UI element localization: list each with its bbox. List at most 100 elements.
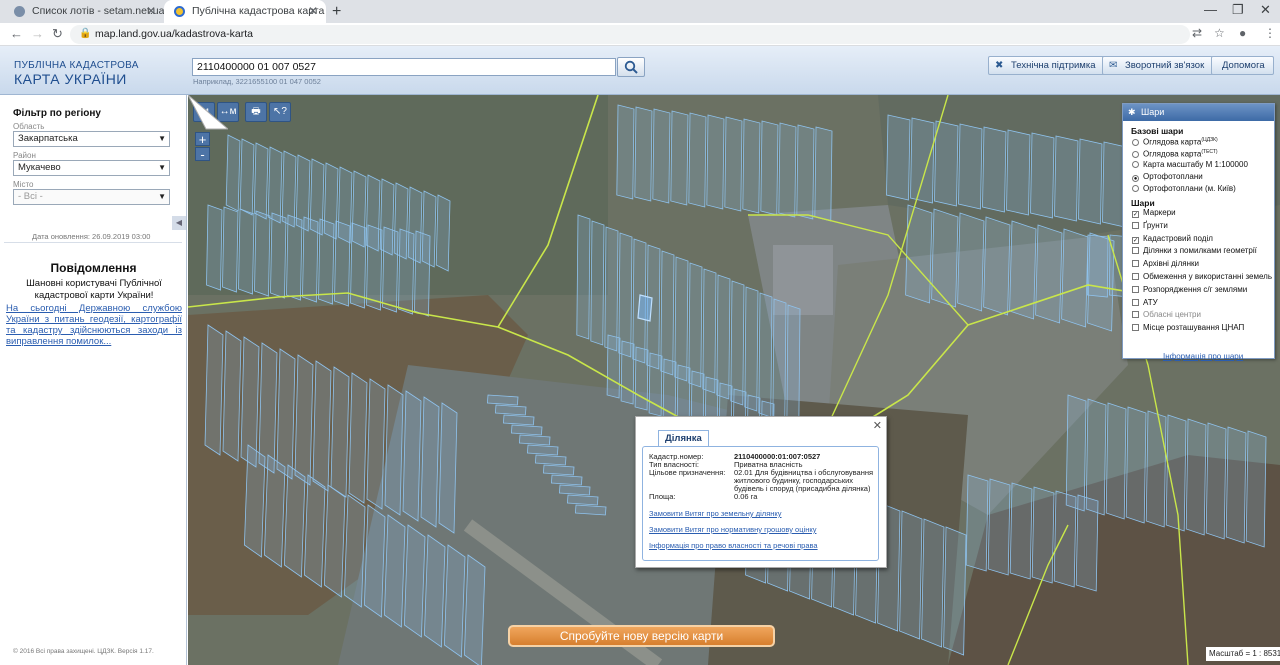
cadastral-parcel[interactable]: [1053, 490, 1077, 588]
base-layer-option[interactable]: Оглядова карта(ЦДЗК): [1132, 135, 1218, 148]
cadastral-parcel[interactable]: [786, 304, 801, 430]
ownership-info-link[interactable]: Інформація про право власності та речові…: [649, 541, 818, 550]
radio-icon[interactable]: [1132, 185, 1139, 192]
cadastral-parcel[interactable]: [1035, 224, 1063, 324]
overlay-layer-option[interactable]: Розпорядження с/г землями: [1132, 284, 1247, 295]
cadastral-parcel[interactable]: [384, 384, 404, 516]
base-layer-option[interactable]: Ортофотоплани (м. Київ): [1132, 183, 1236, 194]
cadastral-parcel[interactable]: [921, 518, 945, 648]
cadastral-parcel[interactable]: [303, 474, 326, 588]
cadastral-parcel[interactable]: [982, 126, 1007, 213]
close-icon[interactable]: ✕: [308, 0, 318, 23]
message-link[interactable]: На сьогодні Державною службою України з …: [6, 303, 182, 347]
overlay-layer-option[interactable]: ✓ Кадастровий поділ: [1132, 233, 1213, 244]
cadastral-parcel[interactable]: [382, 226, 399, 313]
cadastral-parcel[interactable]: [1078, 138, 1103, 225]
cadastral-parcel[interactable]: [634, 346, 649, 411]
cadastral-parcel[interactable]: [634, 106, 653, 202]
cadastral-parcel[interactable]: [702, 268, 717, 394]
cadastral-parcel[interactable]: [258, 342, 278, 474]
cadastral-parcel[interactable]: [987, 478, 1011, 576]
cadastral-parcel[interactable]: [1125, 406, 1147, 524]
cadastral-parcel[interactable]: [363, 504, 386, 618]
cadastral-parcel[interactable]: [1145, 410, 1167, 528]
cadastral-parcel[interactable]: [204, 324, 224, 456]
base-layer-option[interactable]: Оглядова карта(ТЕСТ): [1132, 147, 1218, 160]
close-icon[interactable]: ✕: [873, 419, 882, 432]
overlay-layer-option[interactable]: Обмеження у використанні земель: [1132, 271, 1272, 282]
cadastral-parcel[interactable]: [886, 114, 911, 201]
cadastral-parcel[interactable]: [1245, 430, 1267, 548]
cadastral-parcel[interactable]: [312, 360, 332, 492]
restore-icon[interactable]: ❐: [1232, 0, 1244, 20]
selected-parcel[interactable]: [637, 294, 653, 322]
cadastral-parcel[interactable]: [730, 280, 745, 406]
overlay-layer-option[interactable]: Архівні ділянки: [1132, 258, 1199, 269]
cadastral-parcel[interactable]: [348, 372, 368, 504]
window-close-icon[interactable]: ✕: [1260, 0, 1271, 20]
close-icon[interactable]: ✕: [146, 0, 156, 23]
cadastral-parcel[interactable]: [510, 424, 543, 436]
cadastral-parcel[interactable]: [343, 494, 366, 608]
cadastral-parcel[interactable]: [814, 126, 833, 222]
cadastral-parcel[interactable]: [706, 114, 725, 210]
cadastral-parcel[interactable]: [323, 484, 346, 598]
checkbox-icon[interactable]: [1132, 311, 1139, 319]
collapse-panel-button[interactable]: ◀: [172, 216, 186, 230]
cadastral-parcel[interactable]: [402, 390, 422, 522]
cadastral-parcel[interactable]: [957, 212, 985, 312]
identify-button[interactable]: ↖?: [269, 102, 291, 122]
cadastral-parcel[interactable]: [958, 123, 983, 210]
cadastral-parcel[interactable]: [435, 194, 451, 272]
cadastral-parcel[interactable]: [772, 298, 787, 424]
map-canvas[interactable]: Iм ↔м 🖶 ↖? + - ✕ Ділянка Кадастр.номер: …: [188, 95, 1280, 665]
cadastral-parcel[interactable]: [616, 104, 635, 200]
cadastral-parcel[interactable]: [931, 208, 959, 308]
address-bar[interactable]: 🔒 map.land.gov.ua/kadastrova-karta: [70, 25, 1190, 44]
cadastral-parcel[interactable]: [1006, 129, 1031, 216]
cadastral-parcel[interactable]: [943, 526, 967, 656]
new-tab-button[interactable]: +: [332, 0, 341, 23]
cadastral-parcel[interactable]: [1185, 418, 1207, 536]
cadastral-parcel[interactable]: [965, 474, 989, 572]
cadastral-parcel[interactable]: [206, 204, 223, 291]
cadastral-parcel[interactable]: [1054, 135, 1079, 222]
overlay-layer-option[interactable]: Ділянки з помилками геометрії: [1132, 245, 1257, 256]
cadastral-parcel[interactable]: [652, 108, 671, 204]
browser-tab-setam[interactable]: Список лотів - setam.net.ua ✕: [4, 0, 164, 23]
cadastral-parcel[interactable]: [910, 117, 935, 204]
cadastral-parcel[interactable]: [724, 116, 743, 212]
cadastral-search-input[interactable]: [192, 58, 616, 76]
cadastral-parcel[interactable]: [1075, 494, 1099, 592]
cadastral-parcel[interactable]: [502, 414, 535, 426]
cadastral-parcel[interactable]: [1065, 394, 1087, 512]
cadastral-parcel[interactable]: [674, 256, 689, 382]
tab-parcel[interactable]: Ділянка: [658, 430, 709, 447]
cadastral-parcel[interactable]: [1030, 132, 1055, 219]
cadastral-parcel[interactable]: [1009, 482, 1033, 580]
radio-icon[interactable]: [1132, 150, 1139, 158]
cadastral-parcel[interactable]: [1031, 486, 1055, 584]
cadastral-parcel[interactable]: [286, 214, 303, 301]
cadastral-parcel[interactable]: [518, 434, 551, 446]
cadastral-parcel[interactable]: [1205, 422, 1227, 540]
cadastral-parcel[interactable]: [590, 220, 605, 346]
cadastral-parcel[interactable]: [486, 394, 519, 406]
cadastral-parcel[interactable]: [905, 204, 933, 304]
cadastral-parcel[interactable]: [438, 402, 458, 534]
cadastral-parcel[interactable]: [318, 218, 335, 305]
cadastral-parcel[interactable]: [688, 112, 707, 208]
cadastral-parcel[interactable]: [414, 230, 431, 317]
cadastral-parcel[interactable]: [660, 250, 675, 376]
cadastral-parcel[interactable]: [778, 122, 797, 218]
cadastral-parcel[interactable]: [618, 232, 633, 358]
order-valuation-extract-link[interactable]: Замовити Витяг про нормативну грошову оц…: [649, 525, 816, 534]
forward-icon[interactable]: →: [31, 25, 44, 43]
checkbox-icon[interactable]: [1132, 260, 1139, 268]
cadastral-parcel[interactable]: [383, 514, 406, 628]
cadastral-parcel[interactable]: [225, 134, 241, 212]
cadastral-parcel[interactable]: [1225, 426, 1247, 544]
cadastral-parcel[interactable]: [620, 340, 635, 405]
checkbox-icon[interactable]: [1132, 324, 1139, 332]
city-select[interactable]: - Всі - ▼: [13, 189, 170, 205]
